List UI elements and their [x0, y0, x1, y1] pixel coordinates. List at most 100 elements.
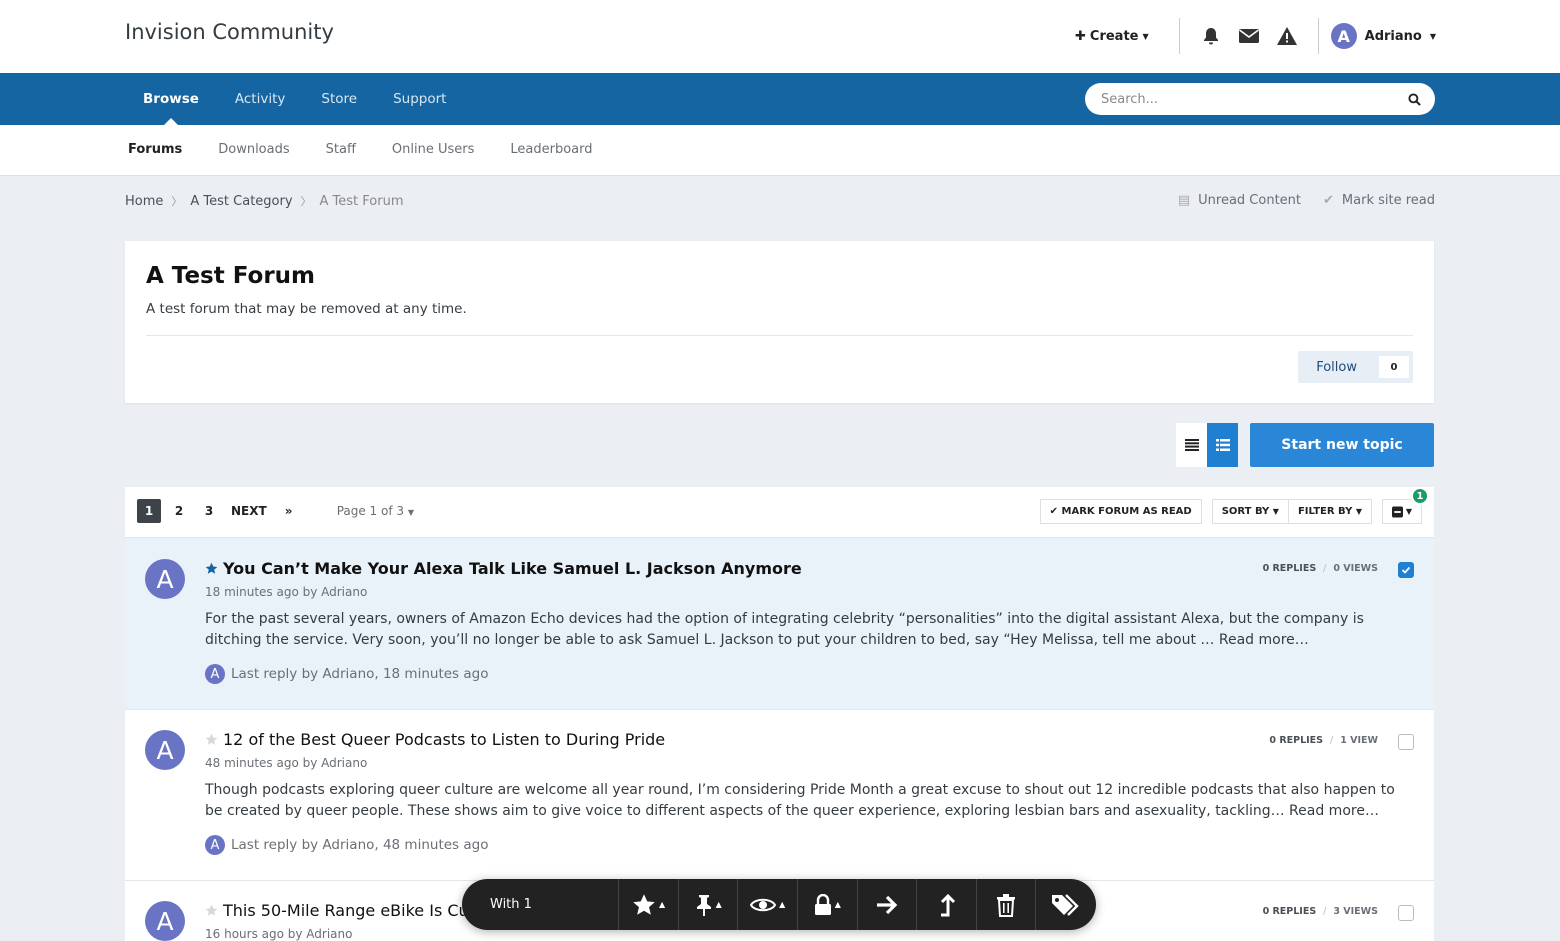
sort-by-button[interactable]: SORT BY ▼ [1211, 499, 1289, 524]
list-icon [1184, 439, 1199, 451]
caret-down-icon: ▼ [1272, 507, 1279, 516]
list-detail-icon [1215, 439, 1230, 451]
feature-action[interactable]: ▲ [619, 879, 679, 930]
trash-icon [997, 893, 1016, 917]
user-name: Adriano [1364, 28, 1422, 44]
unread-content-link[interactable]: ▤ Unread Content [1178, 193, 1301, 208]
divider [146, 335, 1413, 336]
star-icon [205, 904, 218, 916]
chevron-right-icon: 〉 [171, 195, 183, 208]
subnav-forums[interactable]: Forums [110, 125, 200, 175]
newspaper-icon: ▤ [1177, 193, 1191, 208]
visibility-action[interactable]: ▲ [738, 879, 799, 930]
caret-down-icon: ▼ [1142, 31, 1149, 41]
topic-row[interactable]: A 12 of the Best Queer Podcasts to Liste… [125, 709, 1434, 880]
move-action[interactable] [858, 879, 918, 930]
subnav-leaderboard[interactable]: Leaderboard [492, 125, 610, 175]
site-header: Invision Community ✚ Create ▼ A Adriano … [0, 0, 1560, 73]
nav-browse[interactable]: Browse [125, 73, 217, 125]
topic-title[interactable]: 12 of the Best Queer Podcasts to Listen … [223, 730, 665, 749]
topic-row[interactable]: A You Can’t Make Your Alexa Talk Like Sa… [125, 537, 1434, 709]
check-icon: ✔ [1049, 506, 1062, 517]
selected-count-badge: 1 [1411, 487, 1429, 505]
moderation-bar: With 1 selected ▲ ▲ ▲ ▲ [462, 879, 1096, 930]
next-page[interactable]: NEXT [227, 499, 271, 523]
start-new-topic-button[interactable]: Start new topic [1250, 423, 1434, 467]
arrow-right-icon [876, 895, 898, 914]
follow-button[interactable]: Follow 0 [1298, 351, 1413, 383]
caret-down-icon: ▼ [407, 508, 415, 517]
subnav-online-users[interactable]: Online Users [374, 125, 492, 175]
subnav-downloads[interactable]: Downloads [200, 125, 307, 175]
topic-meta: 16 hours ago by Adriano [205, 927, 353, 941]
tag-action[interactable] [1036, 879, 1096, 930]
topic-title[interactable]: This 50-Mile Range eBike Is Cur [223, 901, 475, 920]
topic-stats: 0 REPLIES/1 VIEW [1269, 735, 1378, 746]
forum-description: A test forum that may be removed at any … [146, 301, 467, 317]
user-menu[interactable]: A Adriano ▼ [1330, 23, 1436, 49]
eye-icon [750, 898, 777, 911]
moderation-select-button[interactable]: ▼ 1 [1382, 487, 1429, 524]
avatar[interactable]: A [145, 559, 185, 599]
page-2[interactable]: 2 [167, 499, 191, 523]
primary-nav: Browse Activity Store Support [0, 73, 1560, 125]
partial-checkbox-icon [1392, 505, 1404, 518]
topic-select-checkbox[interactable] [1398, 562, 1414, 578]
caret-down-icon: ▼ [1403, 507, 1412, 516]
sort-filter-group: SORT BY ▼ FILTER BY ▼ [1211, 499, 1372, 524]
avatar[interactable]: A [145, 901, 185, 941]
topic-title[interactable]: You Can’t Make Your Alexa Talk Like Samu… [223, 559, 802, 578]
topic-snippet: Though podcasts exploring queer culture … [205, 782, 1395, 819]
page-jump[interactable]: Page 1 of 3 ▼ [337, 504, 414, 518]
site-title[interactable]: Invision Community [125, 20, 334, 44]
pagination: 1 2 3 NEXT » Page 1 of 3 ▼ [137, 499, 414, 523]
reports-button[interactable] [1268, 26, 1306, 46]
bell-icon [1203, 28, 1218, 45]
page-1[interactable]: 1 [137, 499, 161, 523]
avatar[interactable]: A [145, 730, 185, 770]
filter-by-button[interactable]: FILTER BY ▼ [1288, 499, 1372, 524]
secondary-nav: Forums Downloads Staff Online Users Lead… [0, 125, 1560, 176]
tags-icon [1052, 893, 1079, 916]
create-button[interactable]: ✚ Create ▼ [1075, 29, 1149, 44]
merge-action[interactable] [917, 879, 977, 930]
caret-up-icon: ▲ [715, 900, 722, 909]
nav-store[interactable]: Store [303, 73, 375, 125]
avatar[interactable]: A [205, 835, 225, 855]
view-toggle [1176, 423, 1238, 467]
messages-button[interactable] [1230, 27, 1268, 45]
topic-select-checkbox[interactable] [1398, 905, 1414, 921]
check-icon [1401, 566, 1411, 574]
topic-list: 1 2 3 NEXT » Page 1 of 3 ▼ ✔ MARK FORUM … [125, 487, 1434, 941]
user-bar: ✚ Create ▼ A Adriano ▼ [1075, 18, 1436, 54]
subnav-staff[interactable]: Staff [308, 125, 374, 175]
nav-activity[interactable]: Activity [217, 73, 304, 125]
caret-up-icon: ▲ [834, 900, 841, 909]
snippet-view-button[interactable] [1207, 423, 1238, 467]
lock-action[interactable]: ▲ [798, 879, 858, 930]
pin-action[interactable]: ▲ [679, 879, 739, 930]
topic-stats: 0 REPLIES/3 VIEWS [1262, 906, 1378, 917]
nav-support[interactable]: Support [375, 73, 464, 125]
check-icon: ✔ [1323, 193, 1334, 208]
breadcrumb-home[interactable]: Home [125, 194, 163, 209]
last-reply: A Last reply by Adriano, 48 minutes ago [205, 835, 488, 855]
table-view-button[interactable] [1176, 423, 1207, 467]
avatar[interactable]: A [205, 664, 225, 684]
topic-meta: 48 minutes ago by Adriano [205, 756, 368, 770]
mark-forum-read-button[interactable]: ✔ MARK FORUM AS READ [1039, 499, 1202, 524]
last-page[interactable]: » [277, 499, 301, 523]
delete-action[interactable] [977, 879, 1037, 930]
divider [1178, 18, 1180, 54]
lock-icon [814, 893, 831, 915]
notifications-button[interactable] [1192, 26, 1230, 46]
mark-site-read-link[interactable]: ✔ Mark site read [1323, 193, 1435, 208]
topic-select-checkbox[interactable] [1398, 734, 1414, 750]
selection-count-label: With 1 selected [462, 879, 620, 930]
topic-meta: 18 minutes ago by Adriano [205, 585, 368, 599]
search-input[interactable] [1101, 91, 1408, 107]
page-3[interactable]: 3 [197, 499, 221, 523]
caret-up-icon: ▲ [658, 900, 666, 909]
search-icon[interactable] [1408, 92, 1421, 106]
breadcrumb-category[interactable]: A Test Category [190, 194, 292, 209]
